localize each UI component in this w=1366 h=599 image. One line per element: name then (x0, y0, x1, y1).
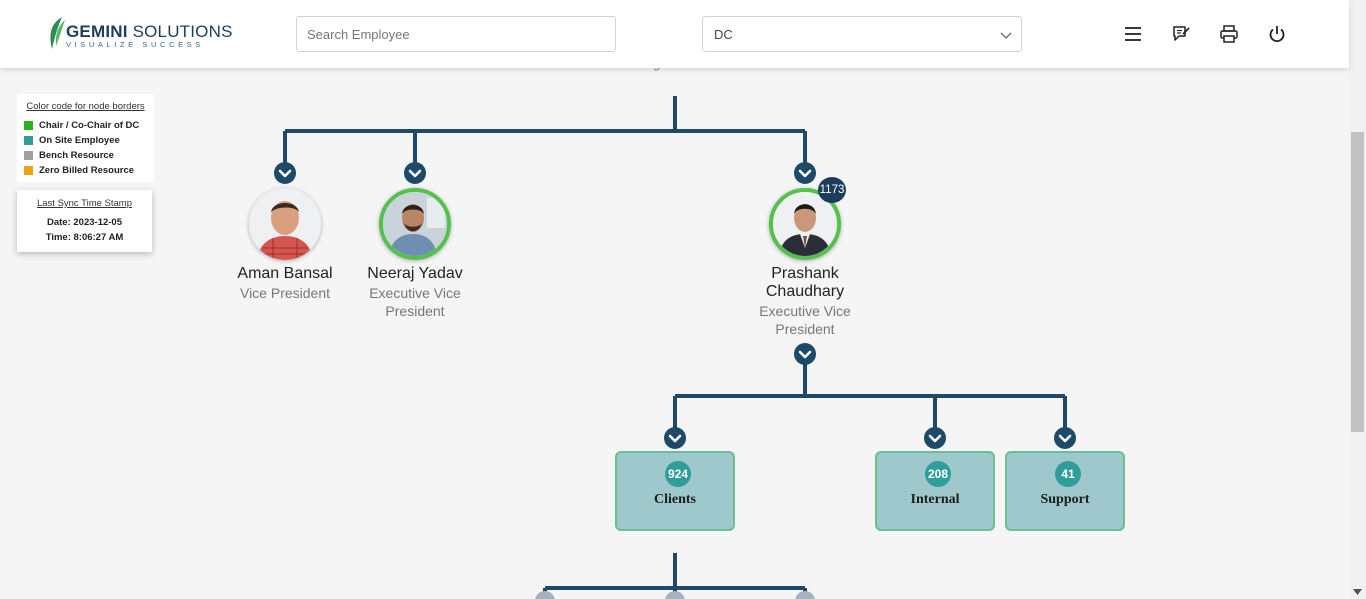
legend-title: Color code for node borders (26, 101, 145, 112)
subordinate-count-badge: 1173 (818, 177, 846, 203)
menu-icon[interactable] (1123, 24, 1143, 44)
company-logo[interactable]: GEMINI SOLUTIONS VISUALIZE SUCCESS (46, 16, 232, 52)
sync-time: Time: 8:06:27 AM (45, 232, 124, 243)
department-label: Support (1040, 492, 1090, 507)
department-filter-select[interactable]: DC (702, 16, 1022, 52)
feedback-icon[interactable] (1171, 24, 1191, 44)
employee-role: Executive Vice President (759, 303, 851, 337)
employee-avatar[interactable] (249, 188, 321, 260)
legend-label: Zero Billed Resource (39, 165, 135, 176)
logo-brand: GEMINI SOLUTIONS (66, 22, 233, 41)
department-count-badge: 41 (1055, 461, 1081, 487)
expand-node-button[interactable] (1054, 427, 1076, 449)
logo-tagline: VISUALIZE SUCCESS (66, 40, 204, 49)
legend-item: On Site Employee (23, 133, 148, 148)
legend-label: Chair / Co-Chair of DC (39, 120, 140, 131)
employee-name[interactable]: Aman Bansal (220, 265, 350, 283)
app-header: GEMINI SOLUTIONS VISUALIZE SUCCESS DC (0, 0, 1349, 68)
legend-item: Chair / Co-Chair of DC (23, 118, 148, 133)
expand-node-button[interactable] (924, 427, 946, 449)
sync-date: Date: 2023-12-05 (47, 217, 122, 228)
search-employee-input[interactable] (296, 16, 616, 52)
legend-item: Zero Billed Resource (23, 163, 148, 178)
employee-role: Executive Vice President (369, 285, 461, 319)
person-photo-icon (383, 192, 447, 256)
department-label: Clients (654, 492, 696, 507)
employee-name[interactable]: Prashank Chaudhary (740, 265, 870, 301)
vertical-scrollbar[interactable] (1349, 0, 1366, 599)
department-count-badge: 924 (665, 461, 691, 487)
last-sync-panel: Last Sync Time Stamp Date: 2023-12-05 Ti… (17, 190, 152, 252)
legend-swatch (24, 136, 33, 145)
person-photo-icon (249, 188, 321, 260)
department-node-clients[interactable]: 924 Clients (615, 451, 735, 531)
expand-node-button[interactable] (274, 162, 296, 184)
department-filter-value: DC (714, 27, 733, 42)
department-label: Internal (910, 492, 960, 507)
legend-swatch (24, 121, 33, 130)
scrollbar-thumb[interactable] (1351, 132, 1364, 432)
legend-label: On Site Employee (39, 135, 120, 146)
legend-item: Bench Resource (23, 148, 148, 163)
legend-label: Bench Resource (39, 150, 114, 161)
legend-swatch (24, 151, 33, 160)
expand-node-button[interactable] (404, 162, 426, 184)
expand-node-button[interactable] (794, 343, 816, 365)
department-node-support[interactable]: 41 Support (1005, 451, 1125, 531)
logo-leaf-icon (50, 17, 65, 49)
expand-node-button[interactable] (794, 162, 816, 184)
power-icon[interactable] (1267, 24, 1287, 44)
print-icon[interactable] (1219, 24, 1239, 44)
employee-avatar[interactable] (379, 188, 451, 260)
department-count-badge: 208 (925, 461, 951, 487)
node-border-legend: Color code for node borders Chair / Co-C… (17, 94, 154, 182)
employee-name[interactable]: Neeraj Yadav (350, 265, 480, 283)
chevron-down-icon (1000, 32, 1012, 39)
employee-role: Vice President (239, 285, 330, 301)
expand-node-button[interactable] (664, 427, 686, 449)
sync-title: Last Sync Time Stamp (36, 198, 133, 209)
department-node-internal[interactable]: 208 Internal (875, 451, 995, 531)
legend-swatch (24, 166, 33, 175)
scroll-down-arrow-icon[interactable] (1353, 589, 1362, 595)
